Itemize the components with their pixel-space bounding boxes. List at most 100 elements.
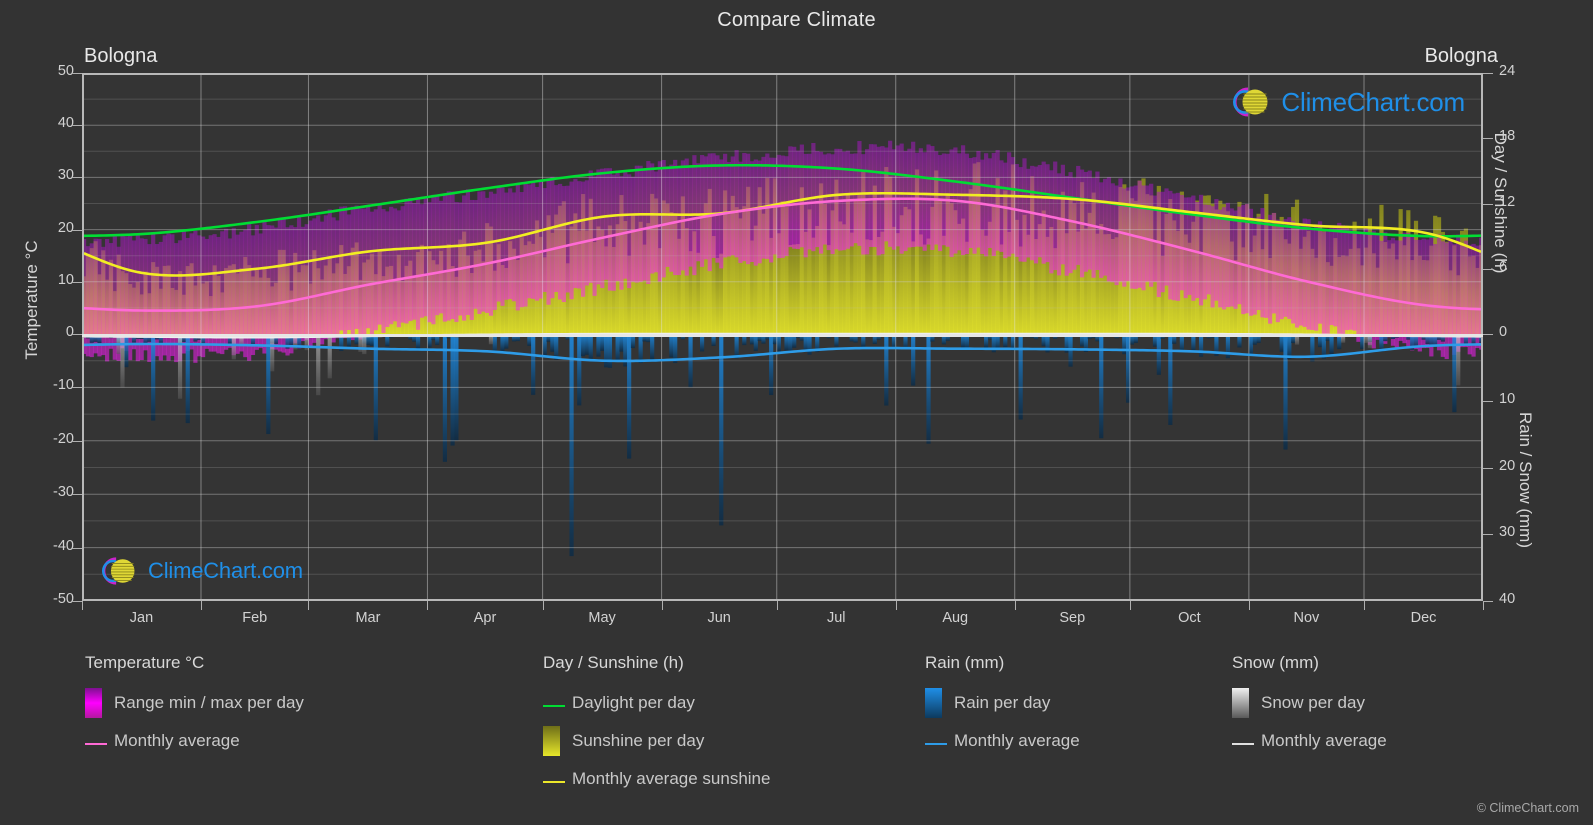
legend-temperature: Temperature °C Range min / max per day M… xyxy=(85,653,304,764)
climate-chart-page: Compare Climate Bologna Bologna ClimeCha… xyxy=(0,0,1593,825)
x-tick-feb: Feb xyxy=(242,610,268,626)
x-tickmark xyxy=(1364,601,1365,610)
y-tick-left-40: 40 xyxy=(57,115,74,132)
y-tick-right-mm-30: 30 xyxy=(1499,524,1516,541)
legend-swatch-spacer xyxy=(1232,732,1254,750)
legend-swatch-spacer xyxy=(85,732,107,750)
legend-label-snow-average: Monthly average xyxy=(1261,731,1387,750)
y-tickmark-left xyxy=(72,334,82,335)
x-tickmark xyxy=(542,601,544,610)
x-tickmark xyxy=(308,601,310,610)
page-title: Compare Climate xyxy=(717,9,876,31)
snow-swatch xyxy=(1232,688,1249,718)
x-tickmark xyxy=(200,601,202,610)
rain-average-curve xyxy=(83,342,1482,363)
legend-sunshine: Day / Sunshine (h) Daylight per day Suns… xyxy=(543,653,770,802)
x-tickmark xyxy=(427,601,429,610)
legend-label-rain: Rain per day xyxy=(954,693,1051,712)
legend-heading-temperature: Temperature °C xyxy=(85,653,205,672)
legend-swatch-spacer xyxy=(925,732,947,750)
y-tickmark-left xyxy=(72,494,82,496)
legend-label-temperature-average: Monthly average xyxy=(114,731,240,750)
temperature-average-swatch xyxy=(85,743,107,745)
y-tickmark-left xyxy=(72,547,82,549)
legend-heading-rain: Rain (mm) xyxy=(925,653,1005,672)
y-tickmark-left xyxy=(72,125,82,127)
legend-label-sunshine: Sunshine per day xyxy=(572,731,705,750)
y-tickmark-right xyxy=(1483,138,1493,140)
y-tick-right-hours-6: 6 xyxy=(1499,258,1508,275)
zero-axis-line xyxy=(82,334,1483,337)
rain-daily-bars xyxy=(85,334,1483,557)
x-tick-aug: Aug xyxy=(942,610,969,626)
x-tick-nov: Nov xyxy=(1293,610,1320,626)
y-tickmark-left xyxy=(72,177,82,179)
snow-average-swatch xyxy=(1232,743,1254,745)
y-tick-left-30: 30 xyxy=(57,167,74,184)
y-tickmark-right xyxy=(1483,534,1493,536)
legend-label-snow: Snow per day xyxy=(1261,693,1365,712)
y-tickmark-right xyxy=(1483,73,1493,74)
y-tick-left-20: 20 xyxy=(57,219,74,236)
y-tickmark-right xyxy=(1483,601,1493,602)
legend-item-snow-average: Monthly average xyxy=(1232,726,1387,756)
x-tick-jan: Jan xyxy=(129,610,154,626)
y-tick-right-hours-18: 18 xyxy=(1499,128,1516,145)
y-tickmark-left xyxy=(72,73,82,74)
x-tickmark xyxy=(1483,601,1484,610)
legend-label-temperature-range: Range min / max per day xyxy=(114,693,304,712)
x-tick-may: May xyxy=(588,610,616,626)
x-tickmark xyxy=(776,601,778,610)
y-tickmark-left xyxy=(72,440,82,442)
y-tickmark-right xyxy=(1483,268,1493,270)
chart-plot-area: ClimeChart.com ClimeChart.com xyxy=(82,73,1483,601)
legend-item-sunshine-average: Monthly average sunshine xyxy=(543,764,770,794)
x-tick-dec: Dec xyxy=(1410,610,1437,626)
rain-swatch xyxy=(925,688,942,718)
y-tick-right-hours-24: 24 xyxy=(1499,63,1516,79)
axis-title-temperature: Temperature °C xyxy=(22,240,41,360)
legend-item-daylight: Daylight per day xyxy=(543,688,770,718)
y-tickmark-left xyxy=(72,281,82,283)
x-tickmark xyxy=(1014,601,1016,610)
x-tickmark xyxy=(1248,601,1250,610)
x-tickmark xyxy=(661,601,663,610)
chart-canvas xyxy=(82,73,1483,601)
y-tick-left-neg40: -40 xyxy=(53,537,74,554)
y-tick-left-neg10: -10 xyxy=(53,377,74,394)
temperature-range-swatch xyxy=(85,688,102,718)
x-tickmark xyxy=(895,601,897,610)
axis-title-rain-snow: Rain / Snow (mm) xyxy=(1516,411,1535,549)
legend-item-rain-average: Monthly average xyxy=(925,726,1080,756)
y-tick-left-10: 10 xyxy=(57,271,74,288)
x-tickmark xyxy=(1129,601,1131,610)
legend-item-rain: Rain per day xyxy=(925,688,1080,718)
sunshine-average-swatch xyxy=(543,781,565,783)
y-tick-left-0: 0 xyxy=(65,324,74,340)
x-tickmark xyxy=(82,601,83,610)
legend-snow: Snow (mm) Snow per day Monthly average xyxy=(1232,653,1387,764)
y-tick-left-neg50: -50 xyxy=(53,591,74,607)
legend-item-snow: Snow per day xyxy=(1232,688,1387,718)
legend-swatch-spacer xyxy=(543,694,565,712)
x-tick-apr: Apr xyxy=(473,610,497,626)
legend-label-daylight: Daylight per day xyxy=(572,693,695,712)
daylight-swatch xyxy=(543,705,565,707)
x-tick-mar: Mar xyxy=(355,610,381,626)
y-tickmark-right xyxy=(1483,467,1493,469)
y-tick-left-neg30: -30 xyxy=(53,484,74,501)
location-label-right: Bologna xyxy=(1424,45,1498,67)
rain-average-swatch xyxy=(925,743,947,745)
copyright-text: © ClimeChart.com xyxy=(1476,801,1579,815)
y-tick-left-50: 50 xyxy=(57,63,74,79)
y-tickmark-right xyxy=(1483,400,1493,402)
legend-item-temperature-range: Range min / max per day xyxy=(85,688,304,718)
y-tick-left-neg20: -20 xyxy=(53,430,74,447)
legend-heading-sunshine: Day / Sunshine (h) xyxy=(543,653,684,672)
legend-heading-snow: Snow (mm) xyxy=(1232,653,1319,672)
x-tick-jun: Jun xyxy=(707,610,731,626)
y-tickmark-right xyxy=(1483,203,1493,205)
y-tick-right-hours-12: 12 xyxy=(1499,193,1516,210)
sunshine-swatch xyxy=(543,726,560,756)
y-tick-right-mm-10: 10 xyxy=(1499,390,1516,407)
